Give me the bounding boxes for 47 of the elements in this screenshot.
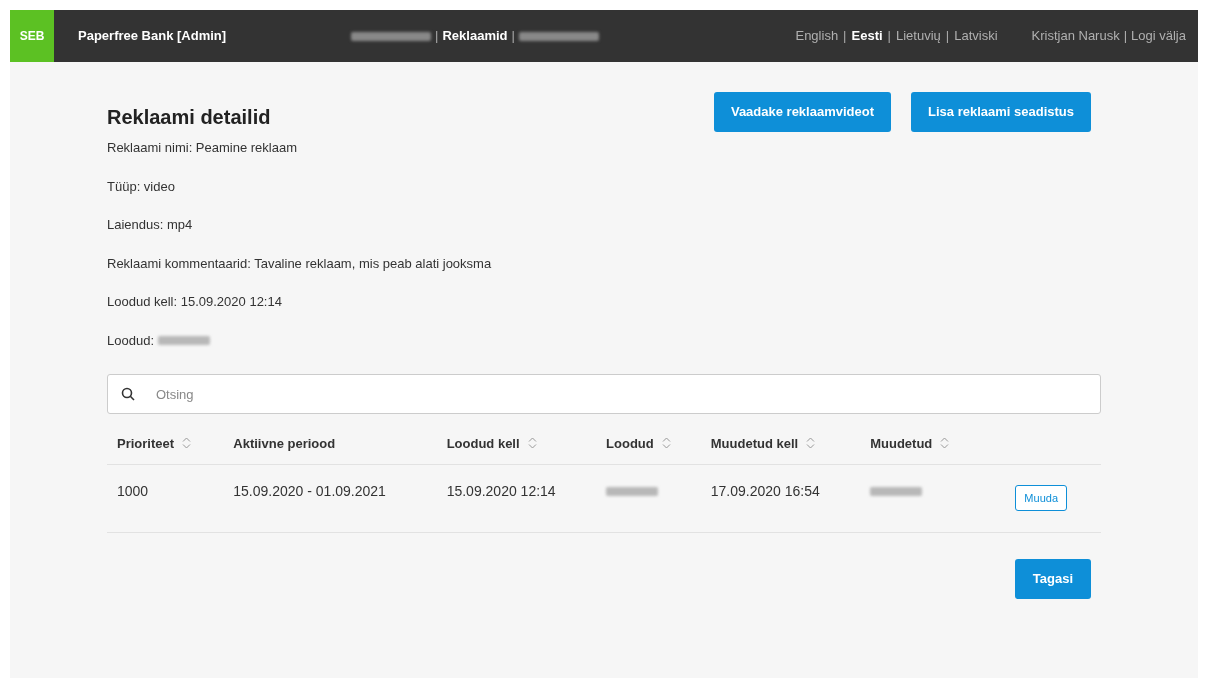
table-cell: 15.09.2020 - 01.09.2021 bbox=[233, 482, 386, 499]
nav-link[interactable] bbox=[351, 31, 432, 41]
table-cell: 17.09.2020 16:54 bbox=[710, 482, 820, 499]
column-header[interactable]: Aktiivne periood bbox=[233, 436, 336, 451]
sort-icon[interactable] bbox=[806, 437, 816, 449]
sort-icon[interactable] bbox=[182, 437, 192, 449]
separator: | bbox=[435, 27, 439, 46]
logout-link[interactable]: Logi välja bbox=[1131, 26, 1186, 46]
detail-text: Laiendus: mp4 bbox=[107, 216, 194, 234]
column-header[interactable]: Prioriteet bbox=[117, 436, 175, 451]
column-header[interactable]: Muudetud bbox=[870, 436, 933, 451]
page-title: Reklaami detailid bbox=[107, 105, 271, 130]
separator: | bbox=[887, 27, 891, 46]
nav-link[interactable]: Reklaamid bbox=[442, 26, 508, 46]
detail-text: Loodud kell: 15.09.2020 12:14 bbox=[107, 293, 283, 311]
sort-icon[interactable] bbox=[661, 437, 671, 449]
redacted-text bbox=[870, 487, 923, 497]
separator: | bbox=[1123, 27, 1128, 46]
sort-icon[interactable] bbox=[527, 437, 537, 449]
detail-text: Tüüp: video bbox=[107, 177, 176, 196]
column-header[interactable]: Muudetud kell bbox=[710, 436, 799, 451]
search-icon bbox=[121, 387, 135, 401]
detail-text: Reklaami nimi: Peamine reklaam bbox=[107, 139, 298, 157]
edit-button[interactable]: Muuda bbox=[1015, 485, 1067, 511]
nav-link[interactable] bbox=[518, 31, 599, 41]
detail-text: Reklaami kommentaarid: Tavaline reklaam, mis peab alati jooksma bbox=[107, 254, 493, 273]
redacted-text bbox=[158, 335, 210, 345]
detail-text: Loodud: bbox=[107, 331, 154, 350]
action-button[interactable]: Vaadake reklaamvideot bbox=[713, 92, 891, 132]
table-cell: 15.09.2020 12:14 bbox=[446, 482, 556, 499]
language-link[interactable]: English bbox=[795, 26, 839, 46]
language-link[interactable]: Eesti bbox=[851, 26, 883, 46]
column-header[interactable]: Loodud bbox=[606, 436, 654, 451]
back-button[interactable]: Tagasi bbox=[1014, 558, 1091, 599]
separator: | bbox=[843, 27, 847, 46]
search-field[interactable]: Otsing bbox=[107, 374, 1101, 414]
language-link[interactable]: Latviski bbox=[954, 26, 998, 46]
table-cell: 1000 bbox=[117, 482, 149, 499]
action-button[interactable]: Lisa reklaami seadistus bbox=[911, 92, 1091, 132]
redacted-text bbox=[606, 487, 659, 497]
separator: | bbox=[511, 27, 515, 46]
separator: | bbox=[945, 27, 950, 46]
sort-icon[interactable] bbox=[940, 437, 950, 449]
column-header[interactable]: Loodud kell bbox=[446, 436, 520, 451]
language-link[interactable]: Lietuvių bbox=[895, 26, 941, 46]
user-name: Kristjan Narusk bbox=[1031, 27, 1120, 46]
app-title[interactable]: Paperfree Bank [Admin] bbox=[78, 26, 227, 46]
